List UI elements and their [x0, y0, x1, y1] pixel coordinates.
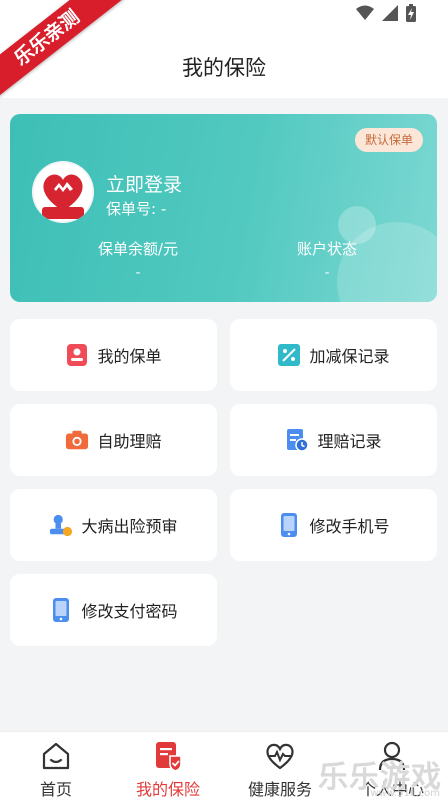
tab-my-insurance[interactable]: 我的保险: [112, 732, 224, 804]
company-logo: [32, 161, 94, 223]
account-status: 账户状态 -: [227, 238, 427, 281]
site-watermark-url: www.51ll.com: [370, 788, 440, 799]
heart-pulse-icon: [266, 743, 294, 770]
tab-label: 首页: [39, 780, 72, 799]
stat-label: 保单余额/元: [97, 240, 179, 258]
page-title: 我的保险: [182, 56, 266, 80]
menu-change-phone[interactable]: 修改手机号: [230, 489, 437, 561]
menu-claim-records[interactable]: 理赔记录: [230, 404, 437, 476]
menu-self-claim[interactable]: 自助理赔: [10, 404, 217, 476]
claim-record-icon: [285, 428, 310, 452]
home-icon: [42, 742, 70, 770]
menu-label: 修改手机号: [309, 517, 390, 536]
stamp-icon: [49, 513, 73, 537]
percent-icon: [277, 343, 301, 367]
tab-home[interactable]: 首页: [0, 732, 112, 804]
login-link[interactable]: 立即登录: [106, 170, 182, 197]
menu-adjust-record[interactable]: 加减保记录: [230, 319, 437, 391]
camera-icon: [65, 428, 89, 452]
menu-label: 大病出险预审: [81, 517, 178, 536]
policy-summary-card[interactable]: 默认保单 立即登录 保单号: - 保单余额/元 - 账户状态 -: [10, 114, 437, 302]
insurance-icon: [156, 742, 182, 772]
menu-critical-illness-review[interactable]: 大病出险预审: [10, 489, 217, 561]
stat-value: -: [324, 265, 330, 281]
menu-change-pay-password[interactable]: 修改支付密码: [10, 574, 217, 646]
signal-icon: [382, 5, 398, 21]
menu-my-policy[interactable]: 我的保单: [10, 319, 217, 391]
stat-label: 账户状态: [296, 240, 357, 258]
stat-value: -: [135, 265, 141, 281]
policy-icon: [65, 343, 89, 367]
menu-label: 修改支付密码: [81, 602, 178, 621]
wifi-icon: [356, 5, 374, 20]
tab-label: 我的保险: [135, 780, 200, 799]
default-policy-badge[interactable]: 默认保单: [354, 128, 423, 152]
menu-label: 理赔记录: [317, 432, 382, 451]
menu-label: 自助理赔: [97, 432, 162, 451]
phone-icon: [277, 513, 301, 537]
menu-label: 我的保单: [97, 347, 162, 366]
menu-label: 加减保记录: [309, 347, 390, 366]
policy-balance: 保单余额/元 -: [38, 238, 238, 281]
status-icons: [356, 4, 416, 22]
battery-icon: [406, 4, 416, 22]
policy-number: 保单号: -: [106, 200, 167, 218]
phone-lock-icon: [49, 598, 73, 622]
